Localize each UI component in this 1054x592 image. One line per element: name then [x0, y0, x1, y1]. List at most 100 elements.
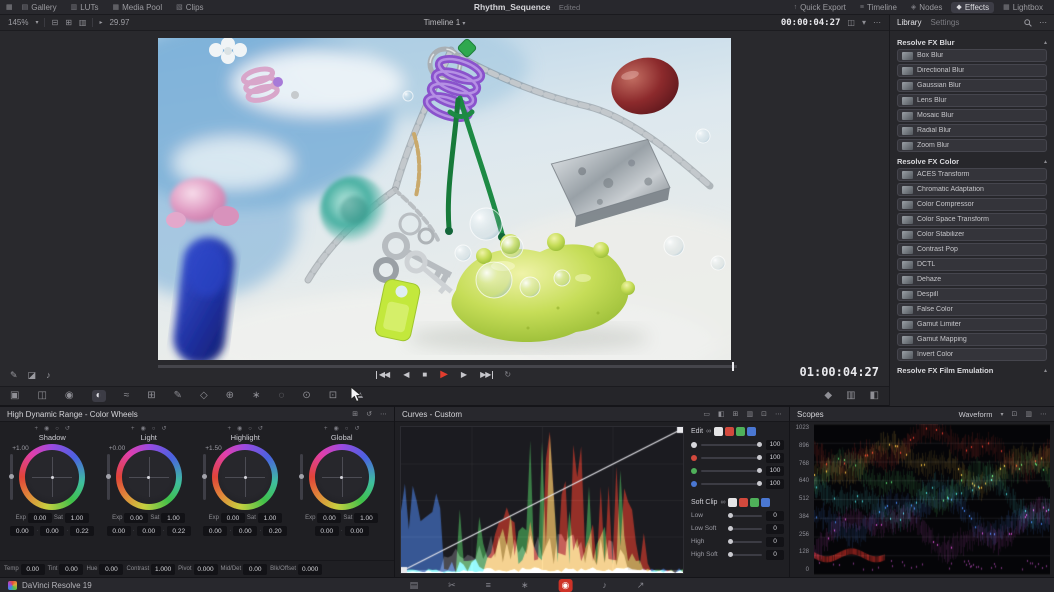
page-cut-icon[interactable]: ✂: [448, 579, 456, 592]
wheel-tool-icon[interactable]: ↺: [354, 425, 359, 432]
wheel-tool-icon[interactable]: +: [324, 426, 328, 432]
curves-layout-icon[interactable]: ▥: [747, 410, 754, 418]
softclip-value[interactable]: 0: [766, 550, 784, 560]
chevron-up-icon[interactable]: ▴: [1044, 367, 1047, 374]
bypass-grades-icon[interactable]: ⊟: [51, 18, 58, 27]
transport-play[interactable]: ▶: [440, 370, 447, 380]
wheel-tool-icon[interactable]: ↺: [258, 425, 263, 432]
fx-item-false-color[interactable]: False Color: [897, 303, 1047, 316]
curves-overflow-icon[interactable]: ⋯: [775, 410, 782, 418]
field-value[interactable]: 0.000: [194, 564, 218, 575]
hdr-grade-icon[interactable]: ◐: [92, 390, 106, 402]
top-button-nodes[interactable]: ◈ Nodes: [906, 2, 948, 13]
fx-item-lens-blur[interactable]: Lens Blur: [897, 94, 1047, 107]
fx-section-resolve-fx-blur[interactable]: Resolve FX Blur▴: [897, 35, 1047, 49]
wheel-center-dot[interactable]: [340, 476, 343, 479]
viewerbar-overflow-icon[interactable]: ⋯: [873, 18, 881, 27]
transport-jump-to-end[interactable]: ▶▶: [480, 371, 490, 379]
slider-thumb[interactable]: [728, 552, 733, 557]
page-media-icon[interactable]: ▤: [410, 579, 419, 592]
exposure-strip[interactable]: [107, 454, 110, 500]
softclip-slider[interactable]: [728, 528, 762, 530]
softclip-channel-r[interactable]: [739, 498, 748, 507]
field-value[interactable]: 1.00: [258, 513, 282, 523]
exposure-strip[interactable]: [300, 454, 303, 500]
wheel-tool-icon[interactable]: +: [228, 426, 232, 432]
curves-histogram[interactable]: [401, 427, 683, 573]
coord-value[interactable]: 0.00: [10, 526, 34, 536]
field-value[interactable]: 0.00: [21, 564, 45, 575]
wheel-tool-icon[interactable]: ◉: [237, 425, 242, 432]
top-button-timeline[interactable]: ≡ Timeline: [855, 2, 902, 13]
field-value[interactable]: 1.00: [354, 513, 378, 523]
color-match-icon[interactable]: ◫: [37, 391, 46, 401]
page-color-icon[interactable]: ◉: [558, 579, 572, 592]
scopes-icon[interactable]: ▥: [846, 391, 855, 401]
blur-icon[interactable]: ◌: [278, 391, 284, 401]
fx-item-contrast-pop[interactable]: Contrast Pop: [897, 243, 1047, 256]
channel-value[interactable]: 100: [766, 466, 784, 476]
exposure-thumb[interactable]: [9, 474, 14, 479]
field-value[interactable]: 0.00: [221, 513, 245, 523]
magic-mask-icon[interactable]: ∗: [252, 391, 260, 401]
softclip-value[interactable]: 0: [766, 511, 784, 521]
tab-settings[interactable]: Settings: [930, 18, 959, 27]
coord-value[interactable]: 0.00: [203, 526, 227, 536]
hdr-overflow-icon[interactable]: ⋯: [380, 410, 387, 418]
fx-item-dehaze[interactable]: Dehaze: [897, 273, 1047, 286]
fx-item-radial-blur[interactable]: Radial Blur: [897, 124, 1047, 137]
top-button-gallery[interactable]: ▤ Gallery: [17, 2, 62, 13]
color-warper-icon[interactable]: ⊞: [147, 391, 155, 401]
coord-value[interactable]: 0.00: [315, 526, 339, 536]
coord-value[interactable]: 0.00: [345, 526, 369, 536]
fx-item-dctl[interactable]: DCTL: [897, 258, 1047, 271]
exposure-strip[interactable]: [10, 454, 13, 500]
exposure-thumb[interactable]: [299, 474, 304, 479]
search-icon[interactable]: [1024, 19, 1032, 27]
edit-channel-g[interactable]: [736, 427, 745, 436]
wheel-tool-icon[interactable]: ○: [248, 426, 252, 432]
slider-thumb[interactable]: [728, 539, 733, 544]
page-fairlight-icon[interactable]: ♪: [602, 579, 607, 592]
color-wheel[interactable]: [309, 444, 375, 510]
tab-library[interactable]: Library: [897, 18, 921, 27]
info-icon[interactable]: ◧: [870, 391, 879, 401]
softclip-slider[interactable]: [728, 541, 762, 543]
fx-item-invert-color[interactable]: Invert Color: [897, 348, 1047, 361]
field-value[interactable]: 1.00: [65, 513, 89, 523]
timeline-selector[interactable]: Timeline 1 ▾: [0, 18, 889, 27]
coord-value[interactable]: 0.00: [137, 526, 161, 536]
curves-grid-icon[interactable]: ⊞: [733, 410, 739, 418]
gang-link-icon[interactable]: ∞: [706, 428, 711, 435]
fx-item-mosaic-blur[interactable]: Mosaic Blur: [897, 109, 1047, 122]
hdr-grid-icon[interactable]: ⊞: [352, 410, 358, 418]
field-value[interactable]: 0.000: [298, 564, 322, 575]
coord-value[interactable]: 0.22: [70, 526, 94, 536]
channel-slider[interactable]: [701, 444, 762, 446]
power-window-icon[interactable]: ◇: [200, 391, 208, 401]
softclip-value[interactable]: 0: [766, 537, 784, 547]
zoom-caret-icon[interactable]: ▾: [35, 19, 38, 26]
color-wheel[interactable]: [19, 444, 85, 510]
fx-item-gaussian-blur[interactable]: Gaussian Blur: [897, 79, 1047, 92]
top-button-luts[interactable]: ▥ LUTs: [66, 2, 104, 13]
field-value[interactable]: 0.00: [317, 513, 341, 523]
source-timecode[interactable]: 00:00:04:27: [781, 18, 841, 28]
scope-mode-caret-icon[interactable]: ▾: [1000, 411, 1003, 418]
transport-step-back[interactable]: ◀: [403, 371, 408, 379]
timeline-scrubber[interactable]: [158, 365, 737, 368]
split-screen-icon[interactable]: ▥: [79, 18, 87, 27]
edit-channel-y[interactable]: [714, 427, 723, 436]
hdr-reset-icon[interactable]: ↺: [366, 410, 372, 418]
wheel-tool-icon[interactable]: ↺: [65, 425, 70, 432]
exposure-thumb[interactable]: [202, 474, 207, 479]
channel-slider[interactable]: [701, 457, 762, 459]
channel-slider[interactable]: [701, 470, 762, 472]
scopes-expand-icon[interactable]: ⊡: [1012, 410, 1018, 418]
wheel-tool-icon[interactable]: ○: [345, 426, 349, 432]
edit-channel-r[interactable]: [725, 427, 734, 436]
top-button-quick-export[interactable]: ↑ Quick Export: [789, 2, 851, 13]
fx-section-resolve-fx-film-emulation[interactable]: Resolve FX Film Emulation▴: [897, 363, 1047, 377]
camera-icon[interactable]: ◫: [847, 18, 855, 27]
chevron-up-icon[interactable]: ▴: [1044, 39, 1047, 46]
